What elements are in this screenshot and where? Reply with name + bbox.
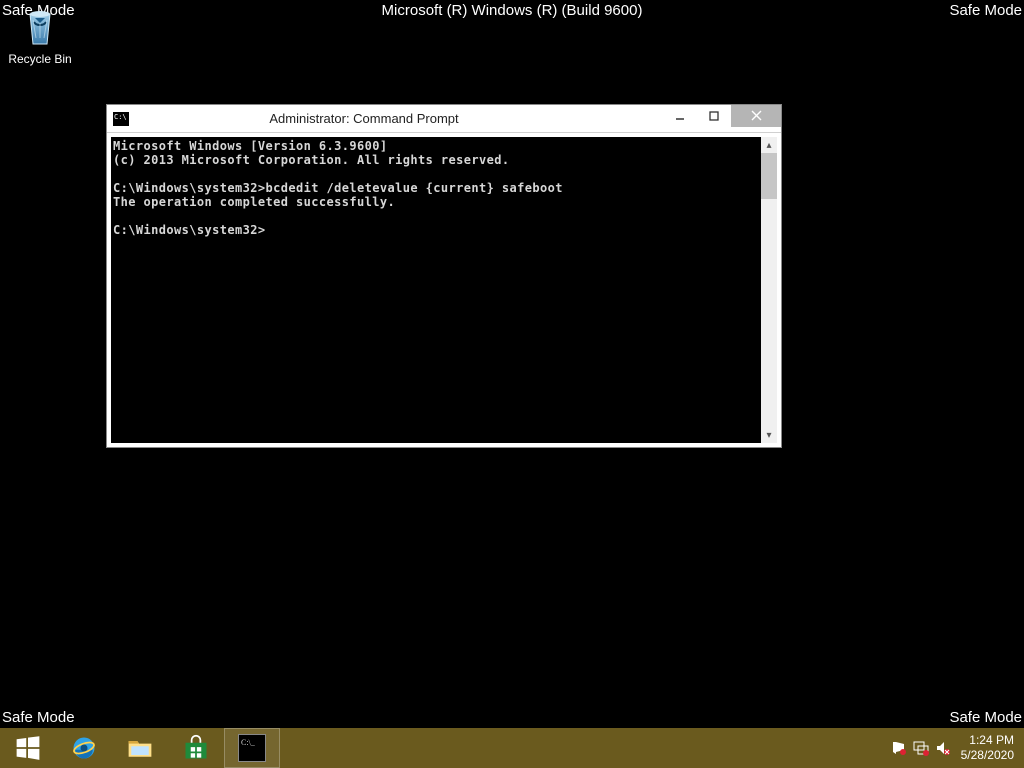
taskbar[interactable]: C:\_ 1:24 PM 5/28/2020	[0, 728, 1024, 768]
windows-build-watermark: Microsoft (R) Windows (R) (Build 9600)	[382, 2, 643, 19]
safe-mode-watermark-top-right: Safe Mode	[949, 2, 1022, 19]
scroll-thumb[interactable]	[761, 153, 777, 199]
window-title: Administrator: Command Prompt	[65, 111, 663, 126]
safe-mode-watermark-bottom-right: Safe Mode	[949, 709, 1022, 726]
store-icon	[182, 734, 210, 762]
console-output[interactable]: Microsoft Windows [Version 6.3.9600] (c)…	[111, 137, 777, 443]
console-scrollbar[interactable]: ▴ ▾	[761, 137, 777, 443]
action-center-flag-icon[interactable]	[891, 740, 907, 756]
maximize-button[interactable]	[697, 105, 731, 127]
scroll-up-arrow-icon[interactable]: ▴	[761, 137, 777, 153]
minimize-button[interactable]	[663, 105, 697, 127]
windows-logo-icon	[14, 734, 42, 762]
taskbar-time: 1:24 PM	[961, 733, 1014, 748]
volume-icon[interactable]	[935, 740, 951, 756]
taskbar-clock[interactable]: 1:24 PM 5/28/2020	[957, 733, 1018, 763]
file-explorer-icon	[126, 734, 154, 762]
command-prompt-window[interactable]: Administrator: Command Prompt Microsoft …	[106, 104, 782, 448]
maximize-icon	[709, 111, 719, 121]
recycle-bin-desktop-icon[interactable]: Recycle Bin	[2, 2, 78, 66]
recycle-bin-label: Recycle Bin	[2, 52, 78, 66]
close-icon	[751, 110, 762, 121]
minimize-icon	[675, 111, 685, 121]
start-button[interactable]	[0, 728, 56, 768]
file-explorer-taskbar-button[interactable]	[112, 728, 168, 768]
internet-explorer-taskbar-button[interactable]	[56, 728, 112, 768]
scroll-down-arrow-icon[interactable]: ▾	[761, 427, 777, 443]
network-icon[interactable]	[913, 740, 929, 756]
safe-mode-watermark-bottom-left: Safe Mode	[2, 709, 75, 726]
close-button[interactable]	[731, 105, 781, 127]
window-titlebar[interactable]: Administrator: Command Prompt	[107, 105, 781, 133]
system-tray[interactable]: 1:24 PM 5/28/2020	[885, 728, 1024, 768]
recycle-bin-icon	[16, 2, 64, 50]
command-prompt-taskbar-icon: C:\_	[238, 734, 266, 762]
internet-explorer-icon	[70, 734, 98, 762]
command-prompt-taskbar-button[interactable]: C:\_	[224, 728, 280, 768]
store-taskbar-button[interactable]	[168, 728, 224, 768]
taskbar-date: 5/28/2020	[961, 748, 1014, 763]
command-prompt-icon	[113, 112, 129, 126]
